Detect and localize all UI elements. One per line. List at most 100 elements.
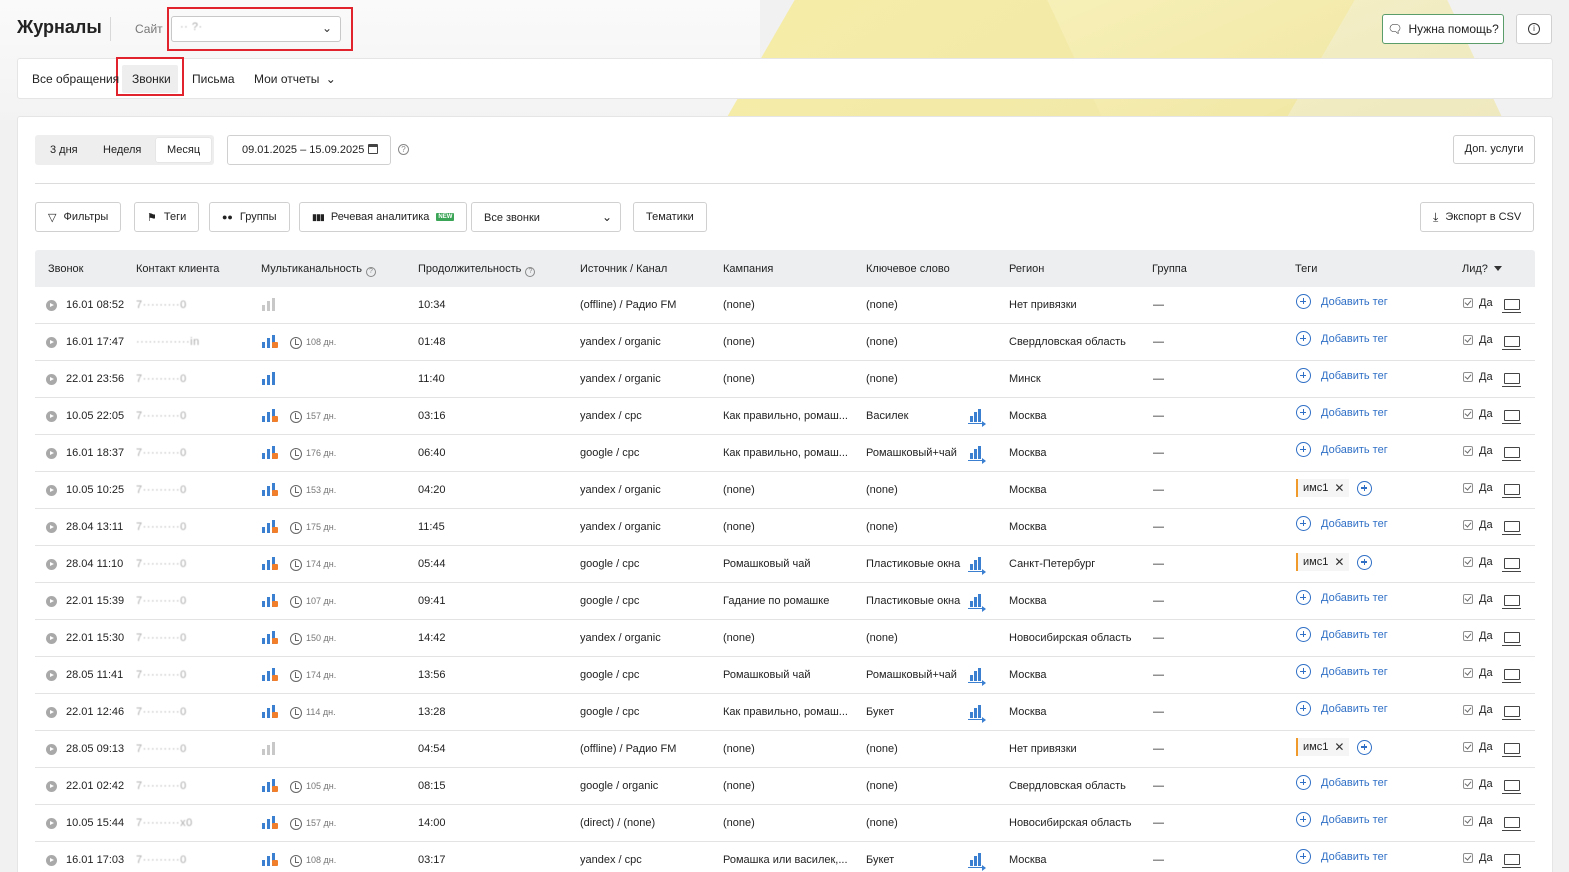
contact-value[interactable]: 7·········x0 <box>136 817 193 829</box>
contact-value[interactable]: 7·········0 <box>136 743 187 755</box>
add-tag-link[interactable]: Добавить тег <box>1296 516 1388 531</box>
lead-checkbox[interactable]: Да <box>1463 482 1493 494</box>
lead-checkbox[interactable]: Да <box>1463 445 1493 457</box>
lead-checkbox[interactable]: Да <box>1463 741 1493 753</box>
multichannel-cell[interactable]: 174 дн. <box>262 556 362 574</box>
add-tag-link[interactable]: Добавить тег <box>1296 775 1388 790</box>
lead-checkbox[interactable]: Да <box>1463 667 1493 679</box>
table-row[interactable]: 10.05 15:44 7·········x0 157 дн. 14:00 (dire… <box>35 805 1535 842</box>
add-tag-link[interactable]: Добавить тег <box>1296 368 1388 383</box>
lead-checkbox[interactable]: Да <box>1463 519 1493 531</box>
col-duration[interactable]: Продолжительность? <box>418 263 536 277</box>
table-row[interactable]: 16.01 18:37 7·········0 176 дн. 06:40 google… <box>35 435 1535 472</box>
tags-button[interactable]: ⚑ Теги <box>134 202 200 232</box>
play-icon[interactable] <box>46 707 57 718</box>
col-contact[interactable]: Контакт клиента <box>136 263 219 275</box>
help-question-icon[interactable]: ? <box>398 144 409 155</box>
contact-value[interactable]: 7·········0 <box>136 299 187 311</box>
lead-checkbox[interactable]: Да <box>1463 778 1493 790</box>
tab-all-requests[interactable]: Все обращения <box>32 72 119 86</box>
col-campaign[interactable]: Кампания <box>723 263 773 275</box>
lead-checkbox[interactable]: Да <box>1463 408 1493 420</box>
table-row[interactable]: 10.05 10:25 7·········0 153 дн. 04:20 yandex… <box>35 472 1535 509</box>
lead-checkbox[interactable]: Да <box>1463 630 1493 642</box>
contact-value[interactable]: 7·········0 <box>136 632 187 644</box>
add-tag-link[interactable]: Добавить тег <box>1296 405 1388 420</box>
add-tag-link[interactable]: Добавить тег <box>1296 590 1388 605</box>
info-button[interactable]: i <box>1516 14 1552 44</box>
monitor-icon[interactable] <box>1502 817 1521 831</box>
multichannel-cell[interactable]: 108 дн. <box>262 852 362 870</box>
contact-value[interactable]: 7·········0 <box>136 669 187 681</box>
multichannel-cell[interactable] <box>262 741 362 759</box>
contact-value[interactable]: 7·········0 <box>136 558 187 570</box>
monitor-icon[interactable] <box>1502 484 1521 498</box>
monitor-icon[interactable] <box>1502 632 1521 646</box>
multichannel-cell[interactable] <box>262 371 362 389</box>
monitor-icon[interactable] <box>1502 669 1521 683</box>
lead-checkbox[interactable]: Да <box>1463 334 1493 346</box>
table-row[interactable]: 16.01 17:03 7·········0 108 дн. 03:17 yandex… <box>35 842 1535 872</box>
period-month[interactable]: Месяц <box>167 144 200 156</box>
lead-checkbox[interactable]: Да <box>1463 852 1493 864</box>
multichannel-cell[interactable]: 176 дн. <box>262 445 362 463</box>
close-icon[interactable]: ✕ <box>1334 555 1344 569</box>
plus-circle-icon[interactable] <box>1357 554 1373 570</box>
plus-circle-icon[interactable] <box>1357 480 1373 496</box>
play-icon[interactable] <box>46 485 57 496</box>
add-tag-link[interactable]: Добавить тег <box>1296 442 1388 457</box>
multichannel-cell[interactable]: 105 дн. <box>262 778 362 796</box>
help-button[interactable]: 🗨 Нужна помощь? <box>1382 14 1504 44</box>
table-row[interactable]: 22.01 15:30 7·········0 150 дн. 14:42 yandex… <box>35 620 1535 657</box>
play-icon[interactable] <box>46 337 57 348</box>
monitor-icon[interactable] <box>1502 595 1521 609</box>
contact-value[interactable]: 7·········0 <box>136 410 187 422</box>
site-select[interactable]: ·· ?· ⌄ <box>171 16 341 42</box>
monitor-icon[interactable] <box>1502 743 1521 757</box>
contact-value[interactable]: 7·········0 <box>136 447 187 459</box>
add-tag-link[interactable]: Добавить тег <box>1296 664 1388 679</box>
play-icon[interactable] <box>46 522 57 533</box>
multichannel-cell[interactable] <box>262 297 362 315</box>
table-row[interactable]: 22.01 23:56 7·········0 11:40 yandex / orga… <box>35 361 1535 398</box>
multichannel-cell[interactable]: 175 дн. <box>262 519 362 537</box>
speech-analytics-button[interactable]: ▮▮▮ Речевая аналитика NEW <box>299 202 468 232</box>
table-row[interactable]: 28.05 11:41 7·········0 174 дн. 13:56 google… <box>35 657 1535 694</box>
col-tags[interactable]: Теги <box>1295 263 1317 275</box>
tag-chip[interactable]: имс1 ✕ <box>1296 738 1350 756</box>
tag-chip[interactable]: имс1 ✕ <box>1296 479 1350 497</box>
play-icon[interactable] <box>46 411 57 422</box>
lead-checkbox[interactable]: Да <box>1463 371 1493 383</box>
multichannel-cell[interactable]: 107 дн. <box>262 593 362 611</box>
monitor-icon[interactable] <box>1502 373 1521 387</box>
table-row[interactable]: 22.01 15:39 7·········0 107 дн. 09:41 google… <box>35 583 1535 620</box>
monitor-icon[interactable] <box>1502 706 1521 720</box>
col-multichannel[interactable]: Мультиканальность? <box>261 263 376 277</box>
extra-services-button[interactable]: Доп. услуги <box>1453 135 1535 164</box>
multichannel-cell[interactable]: 150 дн. <box>262 630 362 648</box>
table-row[interactable]: 16.01 08:52 7·········0 10:34 (offline) / Р… <box>35 287 1535 324</box>
play-icon[interactable] <box>46 559 57 570</box>
lead-checkbox[interactable]: Да <box>1463 556 1493 568</box>
play-icon[interactable] <box>46 448 57 459</box>
play-icon[interactable] <box>46 781 57 792</box>
keyword-stats-icon[interactable] <box>968 556 986 575</box>
tab-calls[interactable]: Звонки <box>132 72 171 86</box>
close-icon[interactable]: ✕ <box>1334 740 1344 754</box>
keyword-stats-icon[interactable] <box>968 408 986 427</box>
keyword-stats-icon[interactable] <box>968 704 986 723</box>
col-lead[interactable]: Лид? <box>1462 263 1502 275</box>
lead-checkbox[interactable]: Да <box>1463 704 1493 716</box>
contact-value[interactable]: 7·········0 <box>136 521 187 533</box>
add-tag-link[interactable]: Добавить тег <box>1296 294 1388 309</box>
col-call[interactable]: Звонок <box>48 263 84 275</box>
monitor-icon[interactable] <box>1502 558 1521 572</box>
multichannel-cell[interactable]: 157 дн. <box>262 815 362 833</box>
play-icon[interactable] <box>46 374 57 385</box>
table-row[interactable]: 28.04 11:10 7·········0 174 дн. 05:44 google… <box>35 546 1535 583</box>
table-row[interactable]: 22.01 12:46 7·········0 114 дн. 13:28 google… <box>35 694 1535 731</box>
col-group[interactable]: Группа <box>1152 263 1187 275</box>
table-row[interactable]: 16.01 17:47 ·············in 108 дн. 01:48 ya… <box>35 324 1535 361</box>
call-type-select[interactable]: Все звонки ⌄ <box>471 202 621 232</box>
contact-value[interactable]: ·············in <box>136 336 200 348</box>
